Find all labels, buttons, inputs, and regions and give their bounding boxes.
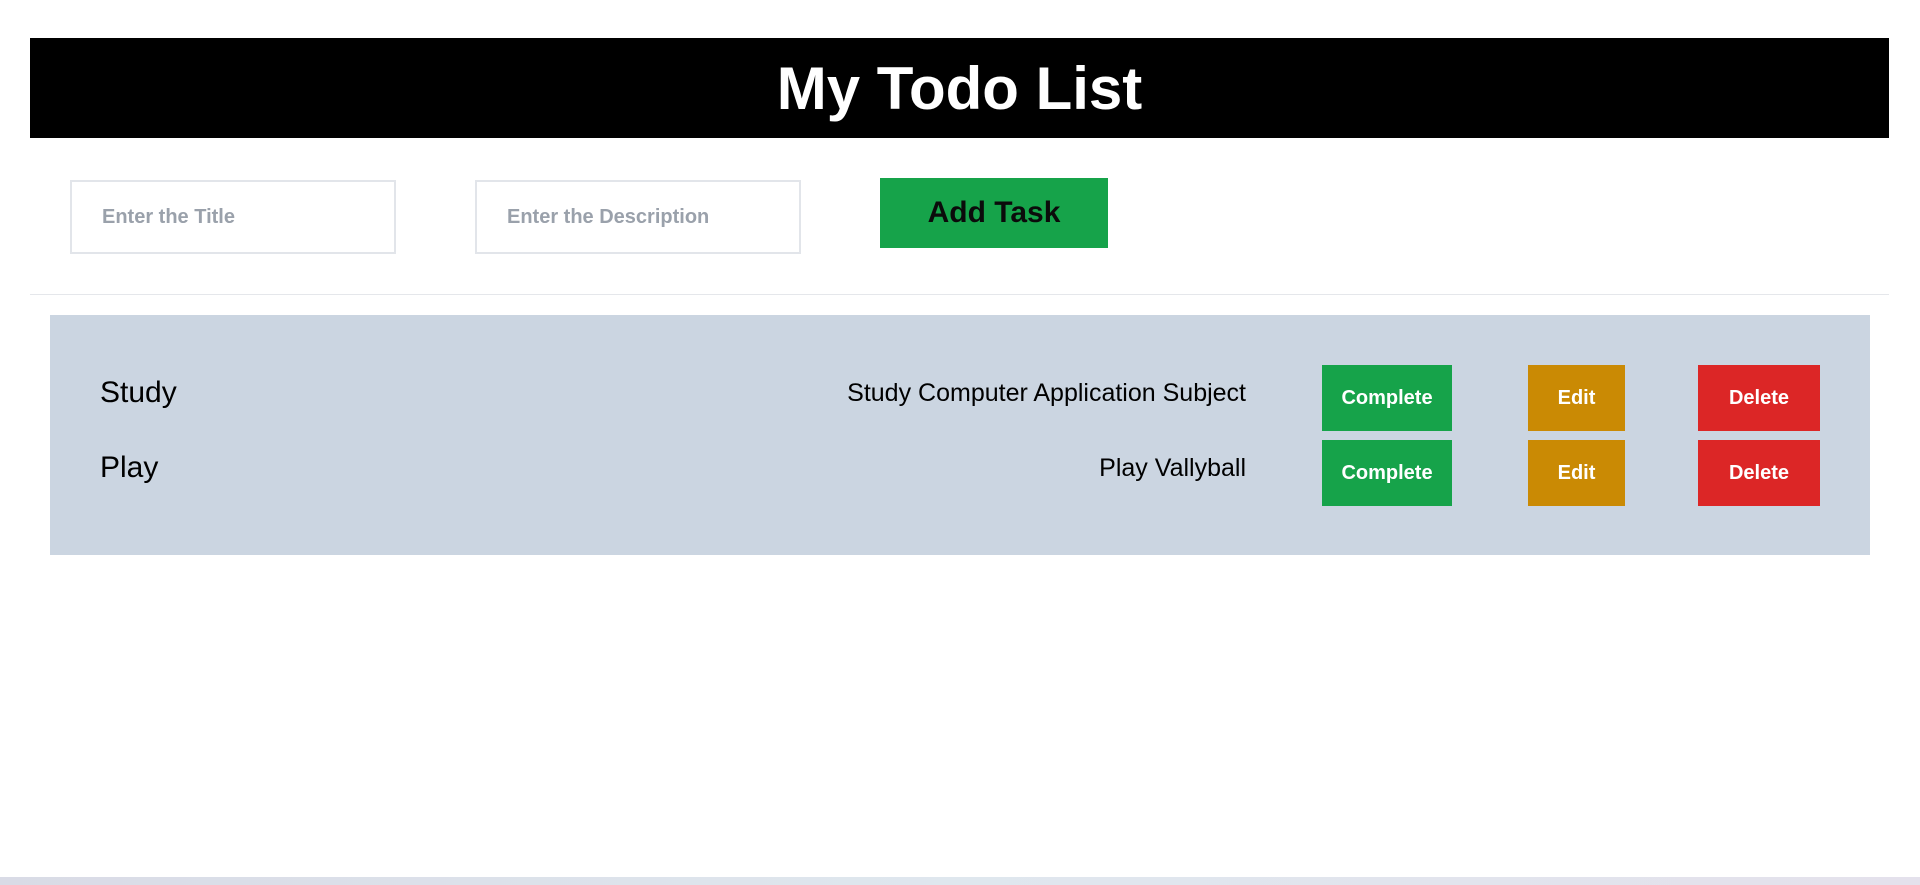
- delete-button[interactable]: Delete: [1698, 365, 1820, 431]
- task-title: Study: [100, 376, 177, 409]
- task-row: Play Play Vallyball Complete Edit Delete: [50, 440, 1870, 506]
- complete-button[interactable]: Complete: [1322, 365, 1452, 431]
- title-input[interactable]: [70, 180, 396, 254]
- edit-button[interactable]: Edit: [1528, 440, 1625, 506]
- delete-button[interactable]: Delete: [1698, 440, 1820, 506]
- complete-button[interactable]: Complete: [1322, 440, 1452, 506]
- task-row: Study Study Computer Application Subject…: [50, 365, 1870, 431]
- task-title: Play: [100, 451, 159, 484]
- app-header: My Todo List: [30, 38, 1889, 138]
- page-title: My Todo List: [776, 54, 1143, 122]
- window-bottom-edge: [0, 877, 1920, 885]
- description-input[interactable]: [475, 180, 801, 254]
- divider: [30, 294, 1889, 295]
- task-description: Play Vallyball: [1099, 454, 1246, 482]
- todo-app: My Todo List Add Task Study Study Comput…: [0, 0, 1920, 885]
- task-list: Study Study Computer Application Subject…: [50, 315, 1870, 555]
- edit-button[interactable]: Edit: [1528, 365, 1625, 431]
- task-description: Study Computer Application Subject: [847, 379, 1246, 407]
- add-task-button[interactable]: Add Task: [880, 178, 1108, 248]
